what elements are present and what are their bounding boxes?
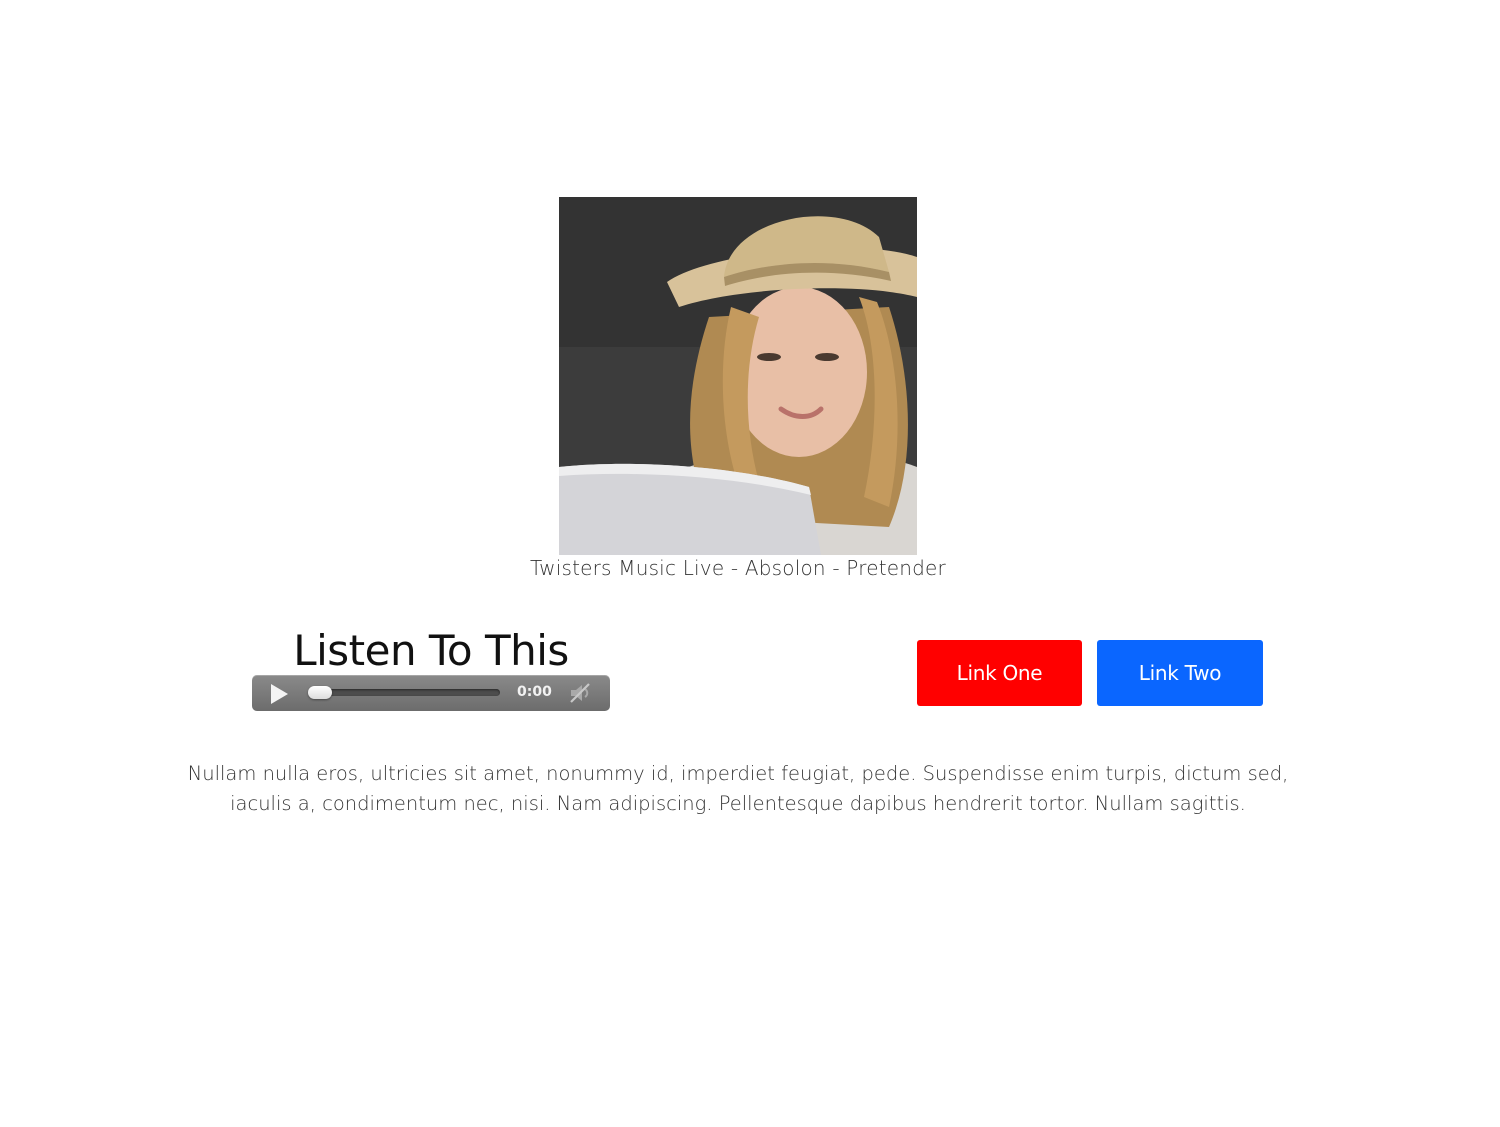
link-two-button[interactable]: Link Two bbox=[1097, 640, 1263, 706]
audio-player[interactable]: 0:00 bbox=[252, 675, 610, 711]
current-time: 0:00 bbox=[517, 684, 552, 700]
play-icon[interactable] bbox=[268, 683, 290, 705]
seek-thumb[interactable] bbox=[308, 686, 332, 699]
artist-photo bbox=[559, 197, 917, 555]
link-one-button[interactable]: Link One bbox=[917, 640, 1082, 706]
seek-bar[interactable] bbox=[308, 686, 500, 699]
muted-speaker-icon[interactable] bbox=[568, 682, 592, 704]
listen-heading: Listen To This bbox=[293, 626, 569, 675]
body-paragraph: Nullam nulla eros, ultricies sit amet, n… bbox=[187, 762, 1289, 815]
photo-caption: Twisters Music Live - Absolon - Pretende… bbox=[530, 556, 946, 580]
